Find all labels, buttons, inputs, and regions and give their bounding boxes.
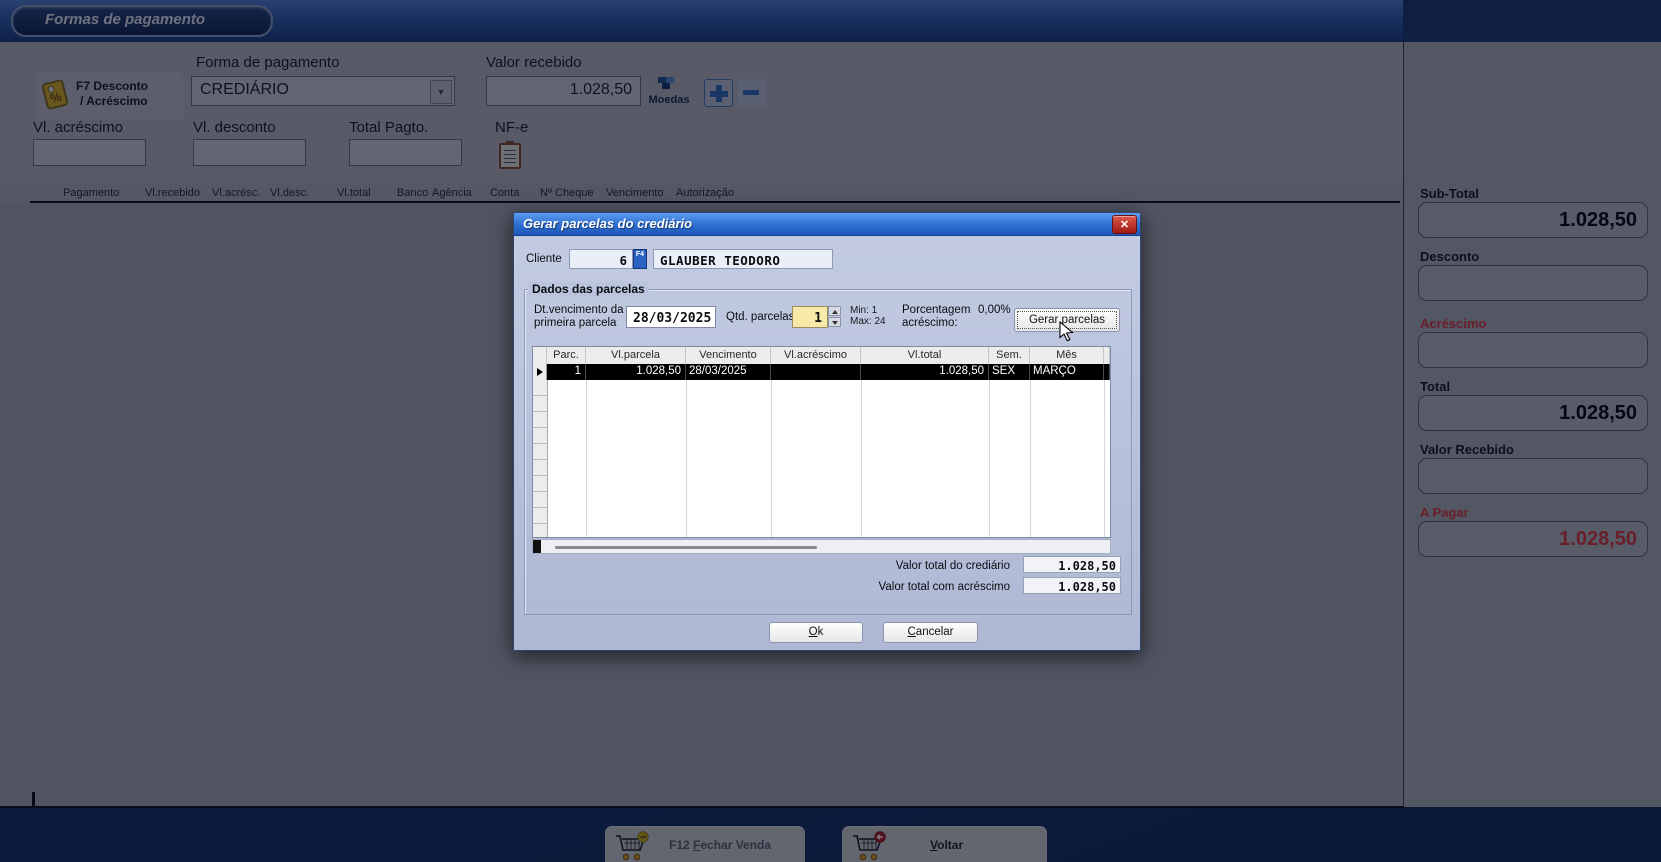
min-max-label: Min: 1 Max: 24 bbox=[850, 305, 886, 327]
grid-column-divider bbox=[686, 380, 687, 537]
grid-column-divider bbox=[771, 380, 772, 537]
porcentagem-value: 0,00% bbox=[978, 304, 1011, 316]
gerar-parcelas-dialog: Gerar parcelas do crediário ✕ Cliente 6 … bbox=[513, 212, 1141, 651]
dialog-title-bar[interactable]: Gerar parcelas do crediário bbox=[514, 213, 1140, 236]
qtd-parcelas-stepper bbox=[828, 306, 841, 327]
valor-total-crediario-field: 1.028,50 bbox=[1023, 556, 1121, 573]
grid-column-divider bbox=[1104, 380, 1105, 537]
dados-parcelas-label: Dados das parcelas bbox=[528, 282, 649, 296]
dialog-title: Gerar parcelas do crediário bbox=[514, 213, 1140, 235]
dt-vencimento-input[interactable]: 28/03/2025 bbox=[626, 306, 716, 328]
grid-column-divider bbox=[1030, 380, 1031, 537]
parcelas-grid-header: Parc. Vl.parcela Vencimento Vl.acréscimo… bbox=[533, 347, 1110, 365]
grid-selector-column bbox=[533, 380, 548, 537]
scrollbar-left-block bbox=[533, 540, 541, 553]
porcentagem-label: Porcentagem acréscimo: bbox=[902, 304, 980, 330]
parcelas-grid[interactable]: Parc. Vl.parcela Vencimento Vl.acréscimo… bbox=[532, 346, 1111, 538]
valor-total-acrescimo-label: Valor total com acréscimo bbox=[834, 581, 1010, 593]
grid-column-divider bbox=[586, 380, 587, 537]
grid-column-divider bbox=[861, 380, 862, 537]
row-selector-arrow-icon bbox=[537, 368, 543, 376]
cancelar-button[interactable]: Cancelar bbox=[883, 622, 978, 643]
qtd-parcelas-label: Qtd. parcelas bbox=[726, 311, 794, 323]
scrollbar-thumb[interactable] bbox=[555, 546, 817, 549]
cliente-code-input[interactable]: 6 bbox=[569, 249, 633, 269]
parcela-row-selected[interactable]: 1 1.028,50 28/03/2025 1.028,50 SEX MARÇO bbox=[533, 364, 1110, 380]
valor-total-crediario-label: Valor total do crediário bbox=[834, 560, 1010, 572]
dt-vencimento-label: Dt.vencimento da primeira parcela bbox=[534, 304, 630, 330]
row-selector-cell bbox=[533, 364, 547, 380]
stepper-up-button[interactable] bbox=[828, 306, 841, 316]
pos-screen: Formas de pagamento % F7 Desconto / Acré… bbox=[0, 0, 1661, 862]
grid-horizontal-scrollbar[interactable] bbox=[532, 539, 1111, 554]
cliente-lookup-button[interactable]: F4 bbox=[633, 249, 647, 269]
valor-total-acrescimo-field: 1.028,50 bbox=[1023, 577, 1121, 594]
cliente-nome-field[interactable]: GLAUBER TEODORO bbox=[653, 249, 833, 269]
qtd-parcelas-input[interactable]: 1 bbox=[792, 306, 828, 328]
cliente-label: Cliente bbox=[526, 253, 562, 265]
stepper-down-button[interactable] bbox=[828, 317, 841, 327]
ok-button[interactable]: Ok bbox=[769, 622, 863, 643]
mouse-cursor bbox=[1059, 321, 1074, 342]
close-icon[interactable]: ✕ bbox=[1112, 215, 1137, 234]
grid-column-divider bbox=[989, 380, 990, 537]
